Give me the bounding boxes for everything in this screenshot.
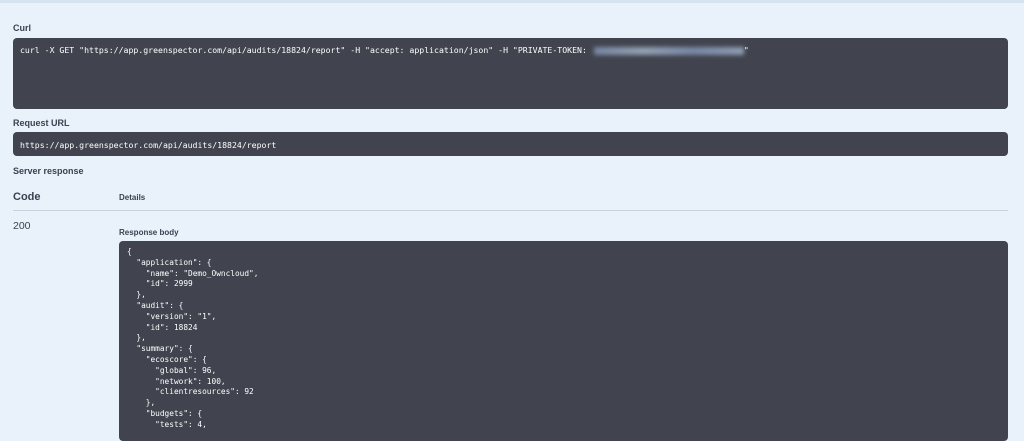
response-line: },	[127, 290, 146, 300]
response-line: "global": 96,	[127, 365, 217, 375]
response-line: },	[127, 398, 156, 408]
response-line: "network": 100,	[127, 376, 226, 386]
response-line: "name": "Demo_Owncloud",	[127, 268, 259, 278]
details-column-header: Details	[119, 193, 146, 202]
top-border	[0, 0, 1024, 3]
curl-command-box[interactable]: curl -X GET "https://app.greenspector.co…	[13, 38, 1008, 109]
curl-label: Curl	[13, 23, 31, 33]
request-url-box[interactable]: https://app.greenspector.com/api/audits/…	[13, 132, 1008, 156]
response-line: "summary": {	[127, 344, 193, 354]
status-code: 200	[13, 220, 31, 232]
response-line: "budgets": {	[127, 408, 203, 418]
request-url-text: https://app.greenspector.com/api/audits/…	[20, 140, 277, 150]
response-line: "tests": 4,	[127, 419, 207, 429]
response-body-box[interactable]: { "application": { "name": "Demo_Ownclou…	[119, 241, 1008, 441]
server-response-label: Server response	[13, 166, 84, 176]
response-body-label: Response body	[119, 228, 179, 237]
request-url-label: Request URL	[13, 118, 70, 128]
curl-command-text: curl -X GET "https://app.greenspector.co…	[20, 45, 592, 55]
response-line: "application": {	[127, 257, 212, 267]
response-line: {	[127, 247, 132, 256]
response-line: "ecoscore": {	[127, 354, 207, 364]
curl-command-end: "	[743, 45, 749, 55]
table-divider	[13, 210, 1008, 211]
response-line: "id": 18824	[127, 322, 198, 332]
code-column-header: Code	[13, 191, 41, 203]
response-line: "id": 2999	[127, 279, 193, 289]
response-line: "clientresources": 92	[127, 387, 254, 397]
redacted-token	[593, 46, 744, 55]
response-line: "version": "1",	[127, 311, 217, 321]
response-line: "audit": {	[127, 300, 184, 310]
response-line: },	[127, 333, 146, 343]
